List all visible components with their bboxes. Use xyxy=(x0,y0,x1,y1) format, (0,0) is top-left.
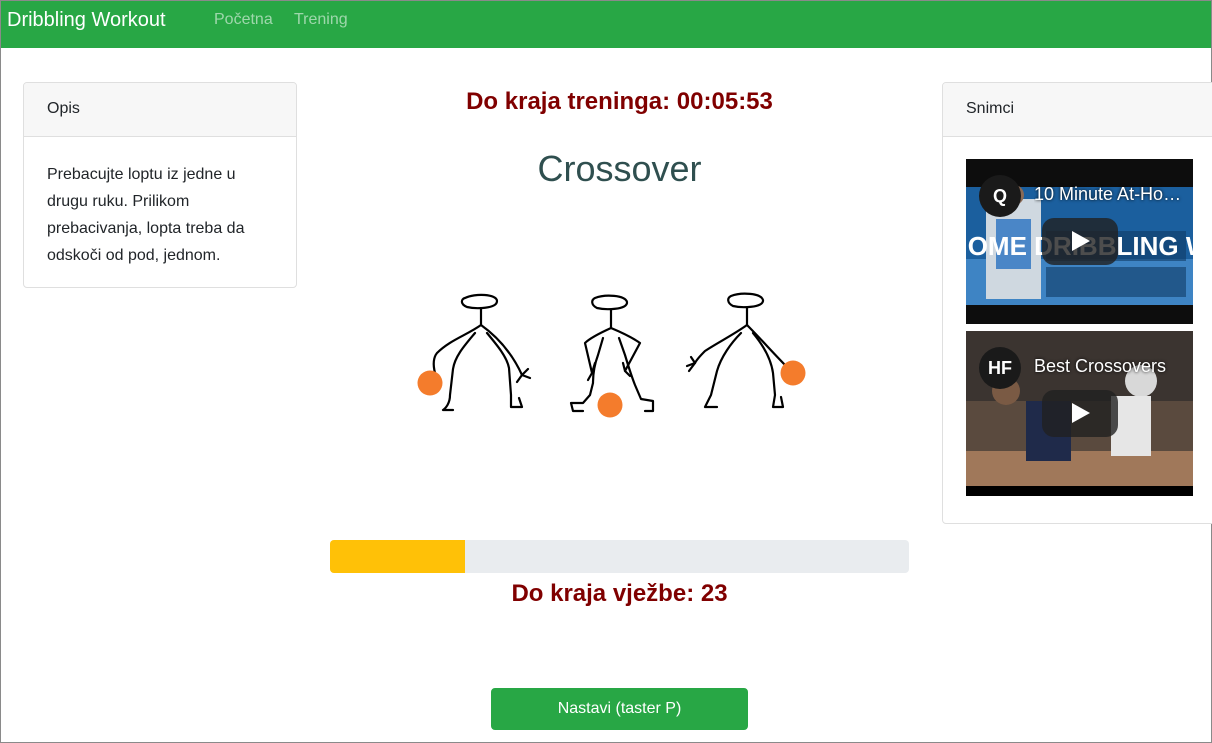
exercise-remaining: Do kraja vježbe: 23 xyxy=(511,580,728,607)
channel-logo-1: Q xyxy=(979,175,1021,217)
video-thumbnail-2[interactable]: HF Best Crossovers xyxy=(966,331,1193,496)
description-card: Opis Prebacujte loptu iz jedne u drugu r… xyxy=(23,82,297,288)
nav-link-pocetna[interactable]: Početna xyxy=(214,10,273,30)
exercise-title: Crossover xyxy=(537,148,702,189)
workout-timer: Do kraja treninga: 00:05:53 xyxy=(466,88,773,115)
videos-card-header: Snimci xyxy=(943,83,1212,137)
exercise-progress-fill xyxy=(330,540,465,573)
video-thumbnail-1[interactable]: AT HOME DRIBBLING WORKOUT Q 10 Minute At… xyxy=(966,159,1193,324)
videos-card: Snimci AT HOME DRIBBLING WORKOUT Q 10 Mi… xyxy=(942,82,1212,524)
exercise-progress-bar xyxy=(330,540,909,573)
play-icon[interactable] xyxy=(1042,390,1118,437)
navbar: Dribbling Workout Početna Trening xyxy=(1,1,1211,48)
nav-link-trening[interactable]: Trening xyxy=(294,10,348,30)
video-title-1: 10 Minute At-Home Dribbling Workout xyxy=(1034,184,1184,204)
description-text: Prebacujte loptu iz jedne u drugu ruku. … xyxy=(47,166,245,264)
video-title-2: Best Crossovers xyxy=(1034,356,1167,376)
play-icon[interactable] xyxy=(1042,218,1118,265)
crossover-illustration xyxy=(417,292,806,418)
channel-logo-2: HF xyxy=(979,347,1021,389)
next-button[interactable]: Nastavi (taster P) xyxy=(491,688,748,730)
brand-link[interactable]: Dribbling Workout xyxy=(7,8,166,32)
description-card-header: Opis xyxy=(24,83,296,137)
